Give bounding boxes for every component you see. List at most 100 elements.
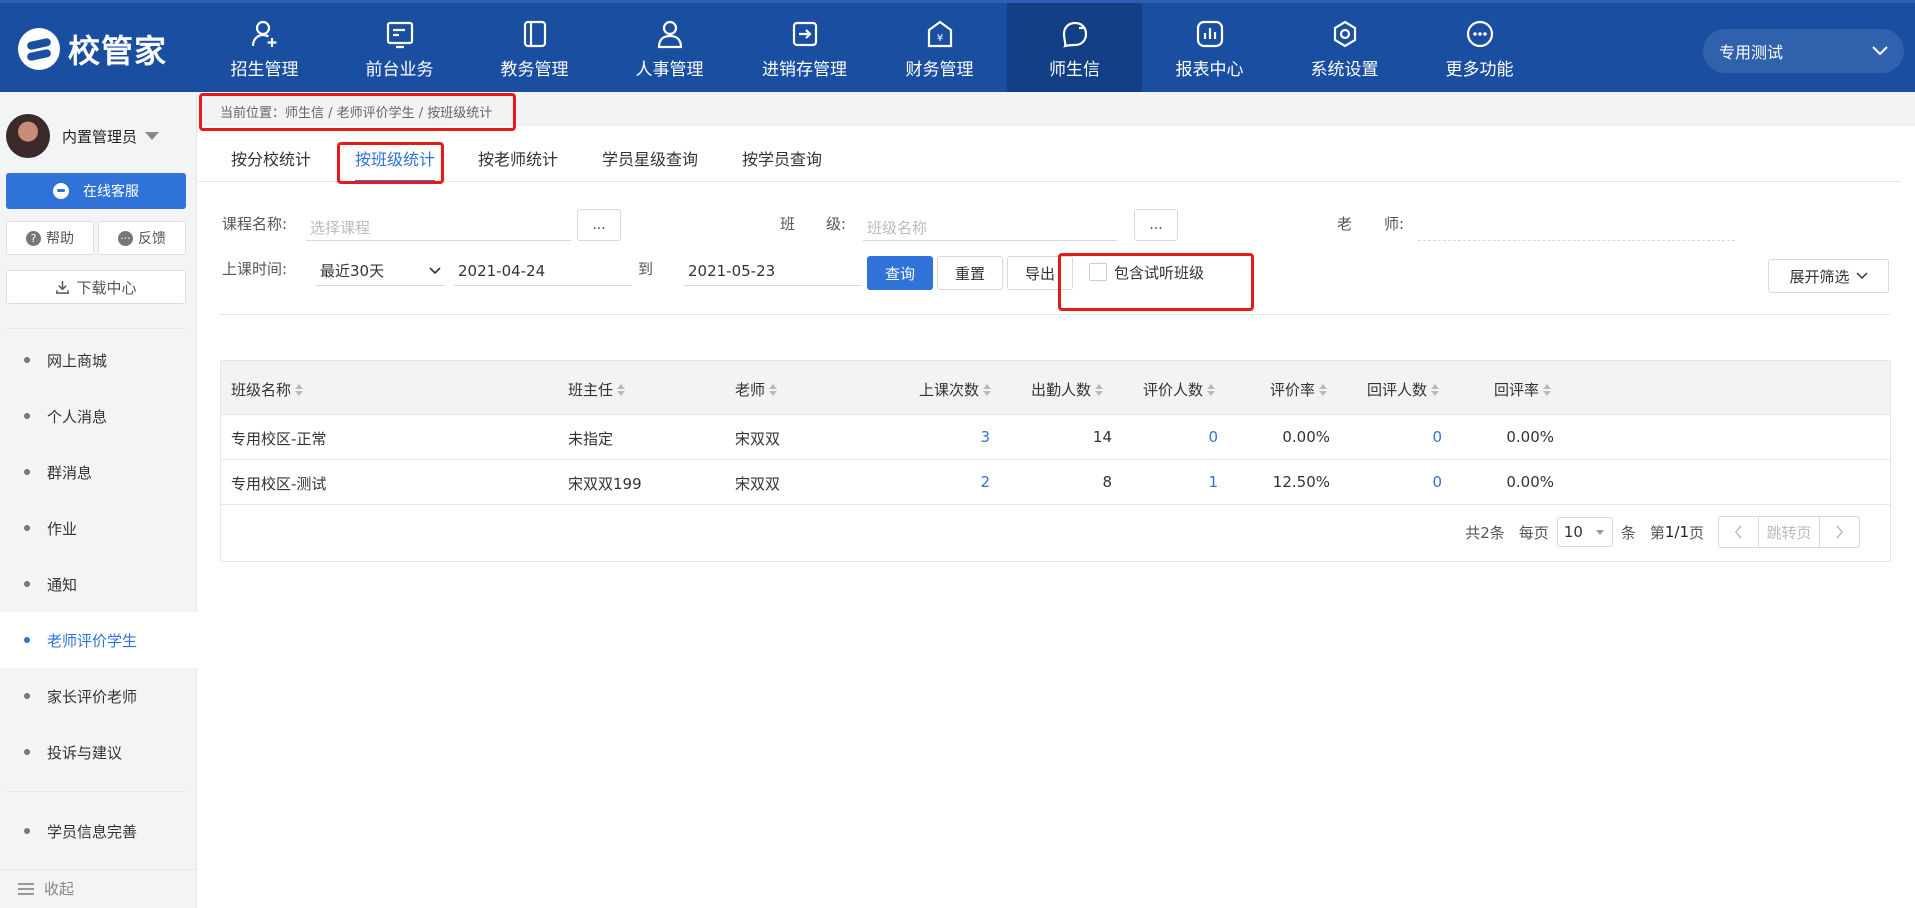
column-header-teacher[interactable]: 老师 [735, 379, 778, 400]
sidebar-item-parent-evaluate-teacher[interactable]: 家长评价老师 [0, 668, 197, 724]
nav-item-reports[interactable]: 报表中心 [1142, 3, 1277, 95]
cell-evaluated-link[interactable]: 0 [1208, 428, 1218, 446]
column-header-label: 班主任 [568, 381, 614, 399]
cell-head-teacher: 宋双双199 [568, 475, 642, 493]
cell-teacher: 宋双双 [735, 430, 781, 448]
nav-label: 系统设置 [1310, 59, 1379, 80]
help-button[interactable]: ? 帮助 [6, 221, 94, 255]
sidebar-item-personal-messages[interactable]: 个人消息 [0, 388, 197, 444]
sidebar-item-student-info[interactable]: 学员信息完善 [0, 803, 197, 859]
column-header-label: 回评人数 [1367, 381, 1428, 399]
sort-icon [1543, 383, 1552, 396]
cell-replies-link[interactable]: 0 [1432, 473, 1442, 491]
tab-by-teacher[interactable]: 按老师统计 [478, 146, 558, 182]
cell-teacher: 宋双双 [735, 475, 781, 493]
download-center-button[interactable]: 下载中心 [6, 270, 186, 304]
prev-page-button[interactable] [1719, 517, 1759, 547]
time-range-select[interactable]: 最近30天 [316, 256, 445, 286]
collapse-icon [18, 882, 34, 895]
column-header-lessons[interactable]: 上课次数 [919, 379, 992, 400]
user-name: 内置管理员 [62, 127, 138, 146]
class-label-part1: 班 [780, 215, 796, 233]
feedback-button[interactable]: ··· 反馈 [98, 221, 186, 255]
tab-by-class[interactable]: 按班级统计 [355, 146, 436, 182]
query-button[interactable]: 查询 [867, 256, 933, 290]
date-to-input[interactable]: 2021-05-23 [684, 256, 862, 286]
page-size-value: 10 [1563, 523, 1583, 541]
column-header-eval-rate[interactable]: 评价率 [1270, 379, 1328, 400]
cell-replies-link[interactable]: 0 [1432, 428, 1442, 446]
page-size-select[interactable]: 10 [1556, 517, 1613, 547]
cell-reply-rate: 0.00% [1506, 428, 1554, 446]
sidebar-item-label: 作业 [47, 519, 78, 538]
column-header-replies[interactable]: 回评人数 [1367, 379, 1440, 400]
nav-item-academic[interactable]: 教务管理 [467, 3, 602, 95]
column-header-reply-rate[interactable]: 回评率 [1494, 379, 1552, 400]
svg-text:¥: ¥ [936, 33, 942, 44]
sidebar-item-homework[interactable]: 作业 [0, 500, 197, 556]
online-service-label: 在线客服 [83, 184, 139, 200]
class-picker-button[interactable]: ... [1134, 209, 1178, 241]
bullet-dot [24, 413, 30, 419]
column-header-attendance[interactable]: 出勤人数 [1031, 379, 1104, 400]
expand-filter-button[interactable]: 展开筛选 [1768, 259, 1889, 293]
top-navigation: 校管家 招生管理 前台业务 教务管理 人事管理 进销存管理 ¥ 财务管理 师生信… [0, 0, 1915, 95]
collapse-button[interactable]: 收起 [18, 878, 74, 899]
sidebar-item-label: 老师评价学生 [47, 631, 138, 650]
sidebar-item-online-mall[interactable]: 网上商城 [0, 332, 197, 388]
online-service-button[interactable]: 在线客服 [6, 173, 186, 209]
nav-item-admissions[interactable]: 招生管理 [197, 3, 332, 95]
cell-lessons-link[interactable]: 3 [980, 428, 990, 446]
course-name-label: 课程名称: [222, 215, 288, 233]
column-header-head-teacher[interactable]: 班主任 [568, 379, 626, 400]
collapse-label: 收起 [44, 880, 75, 898]
nav-item-settings[interactable]: 系统设置 [1277, 3, 1412, 95]
sidebar-item-group-messages[interactable]: 群消息 [0, 444, 197, 500]
nav-item-inventory[interactable]: 进销存管理 [737, 3, 872, 95]
user-menu[interactable]: 内置管理员 [6, 114, 160, 158]
expand-filter-label: 展开筛选 [1789, 267, 1850, 286]
book-icon [523, 20, 546, 47]
nav-item-finance[interactable]: ¥ 财务管理 [872, 3, 1007, 95]
course-input[interactable]: 选择课程 [306, 211, 571, 241]
chevron-left-icon [1734, 525, 1742, 539]
class-input[interactable]: 班级名称 [863, 211, 1117, 241]
more-dots-icon [1466, 20, 1493, 47]
filter-divider [220, 314, 1890, 315]
user-plus-icon [251, 20, 276, 47]
cell-class: 专用校区-测试 [231, 475, 327, 493]
campus-select[interactable]: 专用测试 [1703, 29, 1904, 73]
jump-page-input[interactable]: 跳转页 [1759, 517, 1819, 547]
nav-item-front-desk[interactable]: 前台业务 [332, 3, 467, 95]
cell-evaluated-link[interactable]: 1 [1208, 473, 1218, 491]
sidebar-divider [6, 328, 186, 329]
per-page-label: 每页 [1518, 523, 1549, 542]
nav-item-teacher-student[interactable]: 师生信 [1007, 3, 1142, 95]
next-page-button[interactable] [1819, 517, 1859, 547]
sidebar-item-teacher-evaluate-student[interactable]: 老师评价学生 [0, 612, 197, 668]
cell-lessons-link[interactable]: 2 [980, 473, 990, 491]
tab-student-star-query[interactable]: 学员星级查询 [602, 146, 698, 182]
sidebar-divider [6, 791, 186, 792]
per-page-unit: 条 [1620, 523, 1636, 542]
date-from-input[interactable]: 2021-04-24 [454, 256, 632, 286]
cell-attendance: 8 [1102, 473, 1112, 491]
reset-button[interactable]: 重置 [937, 256, 1003, 290]
brand-logo[interactable]: 校管家 [18, 27, 167, 71]
teacher-input[interactable] [1418, 211, 1735, 241]
column-header-evaluated[interactable]: 评价人数 [1143, 379, 1216, 400]
logo-mark-icon [18, 28, 60, 70]
include-trial-checkbox[interactable] [1089, 263, 1107, 281]
sidebar-item-complaints[interactable]: 投诉与建议 [0, 724, 197, 780]
column-header-class[interactable]: 班级名称 [231, 379, 304, 400]
nav-item-hr[interactable]: 人事管理 [602, 3, 737, 95]
tab-by-campus[interactable]: 按分校统计 [231, 146, 311, 182]
column-header-label: 出勤人数 [1031, 381, 1092, 399]
help-label: 帮助 [46, 231, 74, 247]
sidebar-item-notices[interactable]: 通知 [0, 556, 197, 612]
course-picker-button[interactable]: ... [577, 209, 621, 241]
export-button[interactable]: 导出 [1007, 256, 1073, 290]
tab-by-student[interactable]: 按学员查询 [742, 146, 822, 182]
cell-reply-rate: 0.00% [1506, 473, 1554, 491]
nav-item-more[interactable]: 更多功能 [1412, 3, 1547, 95]
